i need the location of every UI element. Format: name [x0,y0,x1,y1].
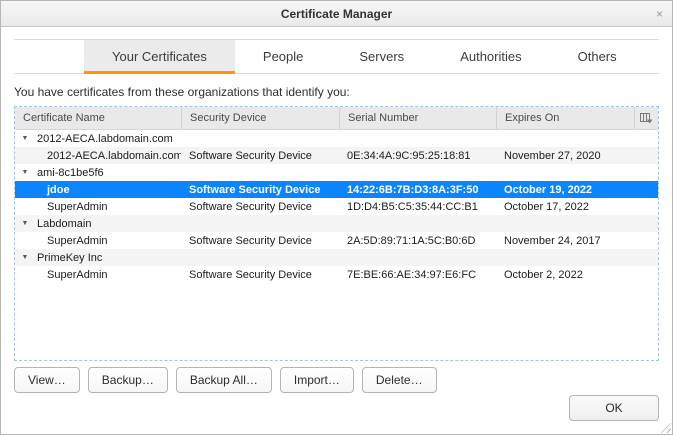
delete-button[interactable]: Delete… [362,367,437,393]
column-header-certificate-name[interactable]: Certificate Name [15,107,181,129]
expires-on-cell: October 19, 2022 [496,184,634,196]
certificate-row[interactable]: SuperAdminSoftware Security Device2A:5D:… [15,232,658,249]
expires-on-cell: October 17, 2022 [496,201,634,213]
expires-on-cell: November 24, 2017 [496,235,634,247]
certificate-name-cell: 2012-AECA.labdomain.com [15,150,181,162]
table-body: ▼2012-AECA.labdomain.com2012-AECA.labdom… [15,130,658,283]
ok-button[interactable]: OK [569,395,659,421]
serial-number-cell: 14:22:6B:7B:D3:8A:3F:50 [339,184,496,196]
certificate-name-cell: SuperAdmin [15,201,181,213]
certificate-name-cell: jdoe [15,184,181,196]
expires-on-cell: October 2, 2022 [496,269,634,281]
certificate-manager-dialog: Certificate Manager × Your Certificates … [0,0,673,435]
certificates-table: Certificate Name Security Device Serial … [14,106,659,361]
expand-triangle-icon[interactable]: ▼ [19,169,31,176]
security-device-cell: Software Security Device [181,201,339,213]
resize-grip[interactable] [658,420,671,433]
column-picker-button[interactable] [634,107,658,129]
security-device-cell: Software Security Device [181,235,339,247]
tab-servers[interactable]: Servers [331,40,432,73]
group-row[interactable]: ▼ PrimeKey Inc [15,249,658,266]
group-row[interactable]: ▼ 2012-AECA.labdomain.com [15,130,658,147]
serial-number-cell: 2A:5D:89:71:1A:5C:B0:6D [339,235,496,247]
column-header-expires-on[interactable]: Expires On [496,107,634,129]
intro-text: You have certificates from these organiz… [14,85,659,99]
backup-button[interactable]: Backup… [88,367,168,393]
tab-others[interactable]: Others [550,40,645,73]
group-row[interactable]: ▼ Labdomain [15,215,658,232]
expand-triangle-icon[interactable]: ▼ [19,254,31,261]
security-device-cell: Software Security Device [181,269,339,281]
group-name-cell: ▼ 2012-AECA.labdomain.com [15,133,658,145]
certificate-row[interactable]: jdoeSoftware Security Device14:22:6B:7B:… [15,181,658,198]
expand-triangle-icon[interactable]: ▼ [19,135,31,142]
tab-people[interactable]: People [235,40,331,73]
dialog-title: Certificate Manager [281,7,392,21]
column-header-serial-number[interactable]: Serial Number [339,107,496,129]
action-buttons: View… Backup… Backup All… Import… Delete… [14,367,659,393]
group-label: 2012-AECA.labdomain.com [37,133,173,145]
view-button[interactable]: View… [14,367,80,393]
serial-number-cell: 7E:BE:66:AE:34:97:E6:FC [339,269,496,281]
ok-button-area: OK [569,395,659,421]
column-picker-icon [640,113,653,124]
expand-triangle-icon[interactable]: ▼ [19,220,31,227]
tab-strip: Your Certificates People Servers Authori… [14,39,659,74]
certificate-row[interactable]: SuperAdminSoftware Security Device1D:D4:… [15,198,658,215]
certificate-row[interactable]: SuperAdminSoftware Security Device7E:BE:… [15,266,658,283]
security-device-cell: Software Security Device [181,184,339,196]
serial-number-cell: 1D:D4:B5:C5:35:44:CC:B1 [339,201,496,213]
group-label: PrimeKey Inc [37,252,102,264]
close-icon[interactable]: × [656,8,663,20]
certificate-name-cell: SuperAdmin [15,269,181,281]
group-name-cell: ▼ PrimeKey Inc [15,252,658,264]
import-button[interactable]: Import… [280,367,354,393]
group-label: Labdomain [37,218,91,230]
group-name-cell: ▼ Labdomain [15,218,658,230]
group-row[interactable]: ▼ ami-8c1be5f6 [15,164,658,181]
group-name-cell: ▼ ami-8c1be5f6 [15,167,658,179]
column-header-security-device[interactable]: Security Device [181,107,339,129]
certificate-row[interactable]: 2012-AECA.labdomain.comSoftware Security… [15,147,658,164]
certificate-name-cell: SuperAdmin [15,235,181,247]
tab-your-certificates[interactable]: Your Certificates [84,40,235,73]
backup-all-button[interactable]: Backup All… [176,367,272,393]
group-label: ami-8c1be5f6 [37,167,104,179]
table-header: Certificate Name Security Device Serial … [15,107,658,130]
tab-authorities[interactable]: Authorities [432,40,549,73]
expires-on-cell: November 27, 2020 [496,150,634,162]
title-bar: Certificate Manager × [1,1,672,27]
security-device-cell: Software Security Device [181,150,339,162]
serial-number-cell: 0E:34:4A:9C:95:25:18:81 [339,150,496,162]
